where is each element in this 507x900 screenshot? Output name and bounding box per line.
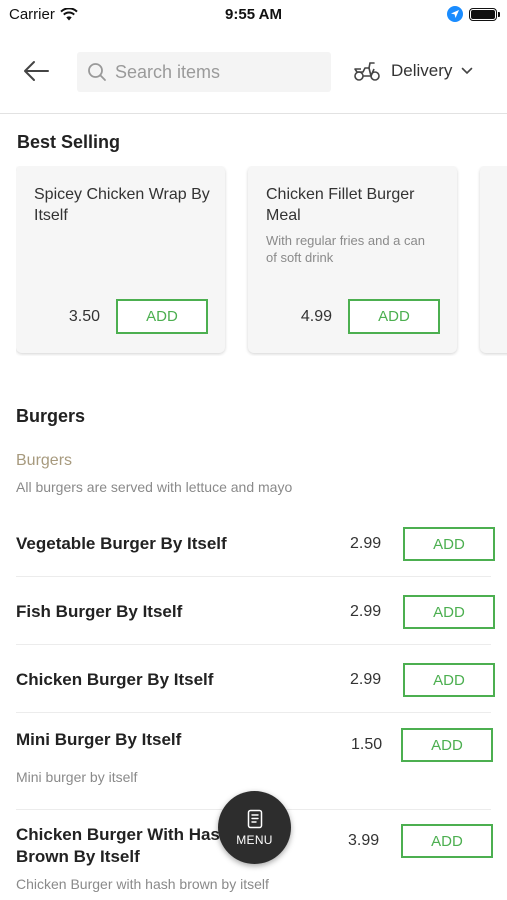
- back-button[interactable]: [20, 56, 52, 86]
- best-selling-title: Best Selling: [17, 132, 121, 152]
- menu-fab-label: MENU: [236, 832, 273, 847]
- search-bar[interactable]: [77, 52, 331, 92]
- product-card-partial[interactable]: [480, 166, 507, 353]
- status-bar: Carrier 9:55 AM: [0, 0, 507, 30]
- item-price: 2.99: [350, 603, 382, 620]
- item-name: Chicken Burger By Itself: [16, 670, 214, 689]
- item-name: Mini Burger By Itself: [16, 730, 182, 749]
- add-button[interactable]: ADD: [403, 527, 495, 561]
- search-input[interactable]: [115, 61, 315, 83]
- delivery-label: Delivery: [391, 61, 453, 80]
- subcategory-title: Burgers: [16, 452, 73, 469]
- menu-item-row[interactable]: Fish Burger By Itself 2.99 ADD: [16, 577, 495, 645]
- product-card[interactable]: Spicey Chicken Wrap By Itself 3.50 ADD: [16, 166, 225, 353]
- product-card[interactable]: Chicken Fillet Burger Meal With regular …: [248, 166, 457, 353]
- back-arrow-icon: [24, 61, 49, 81]
- add-button[interactable]: ADD: [403, 663, 495, 697]
- best-selling-carousel[interactable]: Spicey Chicken Wrap By Itself 3.50 ADD C…: [16, 166, 507, 356]
- chevron-down-icon: [462, 67, 473, 75]
- subcategory-description: All burgers are served with lettuce and …: [16, 479, 293, 495]
- add-button[interactable]: ADD: [116, 299, 208, 334]
- card-name: Spicey Chicken Wrap By Itself: [34, 186, 210, 224]
- menu-item-row[interactable]: Chicken Burger By Itself 2.99 ADD: [16, 645, 495, 713]
- menu-item-row[interactable]: Vegetable Burger By Itself 2.99 ADD: [16, 510, 495, 577]
- item-description: Mini burger by itself: [16, 769, 138, 785]
- item-price: 3.99: [348, 832, 380, 849]
- item-price: 2.99: [350, 671, 382, 688]
- item-description: Chicken Burger with hash brown by itself: [16, 876, 269, 892]
- add-button[interactable]: ADD: [403, 595, 495, 629]
- location-arrow-icon: [447, 6, 463, 22]
- add-button[interactable]: ADD: [401, 728, 493, 762]
- search-icon: [88, 63, 106, 81]
- item-name: Vegetable Burger By Itself: [16, 534, 227, 553]
- item-price: 2.99: [350, 535, 382, 552]
- scooter-icon: [354, 62, 380, 81]
- item-price: 1.50: [351, 736, 383, 753]
- card-description: With regular fries and a can of soft dri…: [266, 233, 425, 265]
- delivery-selector[interactable]: Delivery: [352, 60, 473, 82]
- clock: 9:55 AM: [225, 6, 282, 23]
- add-button[interactable]: ADD: [401, 824, 493, 858]
- card-price: 3.50: [68, 308, 100, 325]
- item-name: Fish Burger By Itself: [16, 602, 183, 621]
- add-button[interactable]: ADD: [348, 299, 440, 334]
- card-price: 4.99: [300, 308, 332, 325]
- menu-book-icon: [247, 809, 262, 828]
- top-bar: Delivery: [0, 30, 507, 114]
- battery-icon: [469, 7, 500, 21]
- card-name: Chicken Fillet Burger Meal: [266, 186, 415, 224]
- menu-fab-button[interactable]: MENU: [218, 791, 291, 864]
- burgers-title: Burgers: [16, 406, 86, 426]
